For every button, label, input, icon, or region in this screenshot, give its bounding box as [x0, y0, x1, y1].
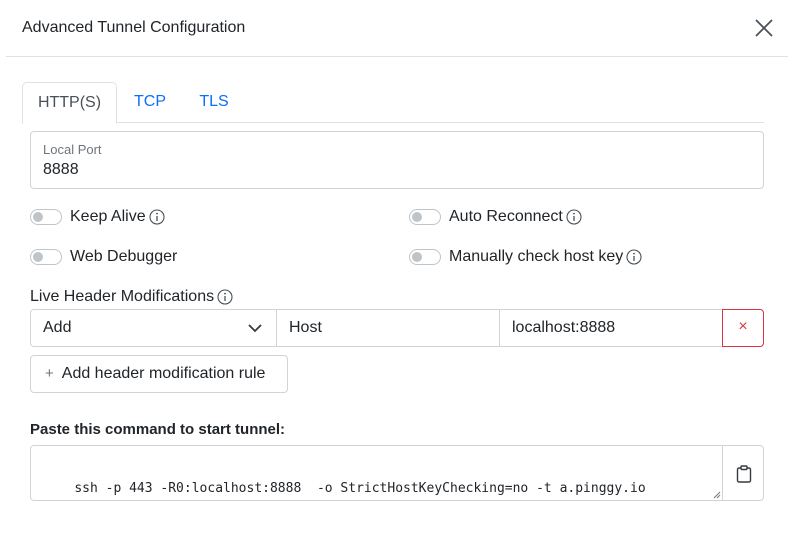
- info-icon[interactable]: [626, 249, 642, 265]
- header-rule-row: Add Host localhost:8888 ×: [30, 309, 764, 347]
- local-port-field[interactable]: Local Port 8888: [30, 131, 764, 189]
- header-value-input[interactable]: localhost:8888: [499, 309, 723, 347]
- plus-icon: +: [45, 365, 54, 382]
- close-button[interactable]: [751, 15, 777, 41]
- header-mods-heading: Live Header Modifications: [30, 288, 233, 306]
- header-action-value: Add: [43, 319, 72, 336]
- web-debugger-switch[interactable]: [30, 249, 62, 265]
- resize-handle-icon[interactable]: [713, 491, 721, 499]
- copy-command-button[interactable]: [722, 445, 764, 501]
- info-icon[interactable]: [149, 209, 165, 225]
- info-icon[interactable]: [217, 289, 233, 305]
- tab-tls[interactable]: TLS: [190, 82, 238, 123]
- command-label: Paste this command to start tunnel:: [30, 421, 286, 438]
- advanced-tunnel-dialog: Advanced Tunnel Configuration HTTP(S) TC…: [0, 0, 794, 538]
- auto-reconnect-row: Auto Reconnect: [409, 206, 582, 228]
- web-debugger-row: Web Debugger: [30, 246, 177, 268]
- command-textarea[interactable]: ssh -p 443 -R0:localhost:8888 -o StrictH…: [30, 445, 723, 501]
- keep-alive-switch[interactable]: [30, 209, 62, 225]
- clipboard-icon: [736, 465, 752, 483]
- header-mods-label: Live Header Modifications: [30, 288, 215, 305]
- info-icon[interactable]: [566, 209, 582, 225]
- dialog-title: Advanced Tunnel Configuration: [22, 19, 246, 36]
- dialog-header: Advanced Tunnel Configuration: [6, 0, 788, 57]
- tab-tcp[interactable]: TCP: [123, 82, 177, 123]
- header-key-input[interactable]: Host: [276, 309, 500, 347]
- keep-alive-label: Keep Alive: [70, 208, 146, 225]
- local-port-input[interactable]: 8888: [43, 161, 79, 179]
- manual-host-key-row: Manually check host key: [409, 246, 642, 268]
- close-icon: [755, 19, 773, 37]
- manual-host-key-label: Manually check host key: [449, 248, 624, 265]
- command-text: ssh -p 443 -R0:localhost:8888 -o StrictH…: [74, 481, 646, 496]
- web-debugger-label: Web Debugger: [70, 248, 178, 265]
- auto-reconnect-label: Auto Reconnect: [449, 208, 563, 225]
- header-action-select[interactable]: Add: [30, 309, 277, 347]
- delete-rule-button[interactable]: ×: [722, 309, 764, 347]
- manual-host-key-switch[interactable]: [409, 249, 441, 265]
- add-header-rule-button[interactable]: + Add header modification rule: [30, 355, 288, 393]
- tab-bar: HTTP(S) TCP TLS: [22, 82, 764, 124]
- chevron-down-icon: [248, 324, 262, 333]
- local-port-label: Local Port: [43, 142, 102, 157]
- add-header-rule-label: Add header modification rule: [61, 365, 266, 382]
- keep-alive-row: Keep Alive: [30, 206, 165, 228]
- auto-reconnect-switch[interactable]: [409, 209, 441, 225]
- tab-https[interactable]: HTTP(S): [22, 82, 117, 124]
